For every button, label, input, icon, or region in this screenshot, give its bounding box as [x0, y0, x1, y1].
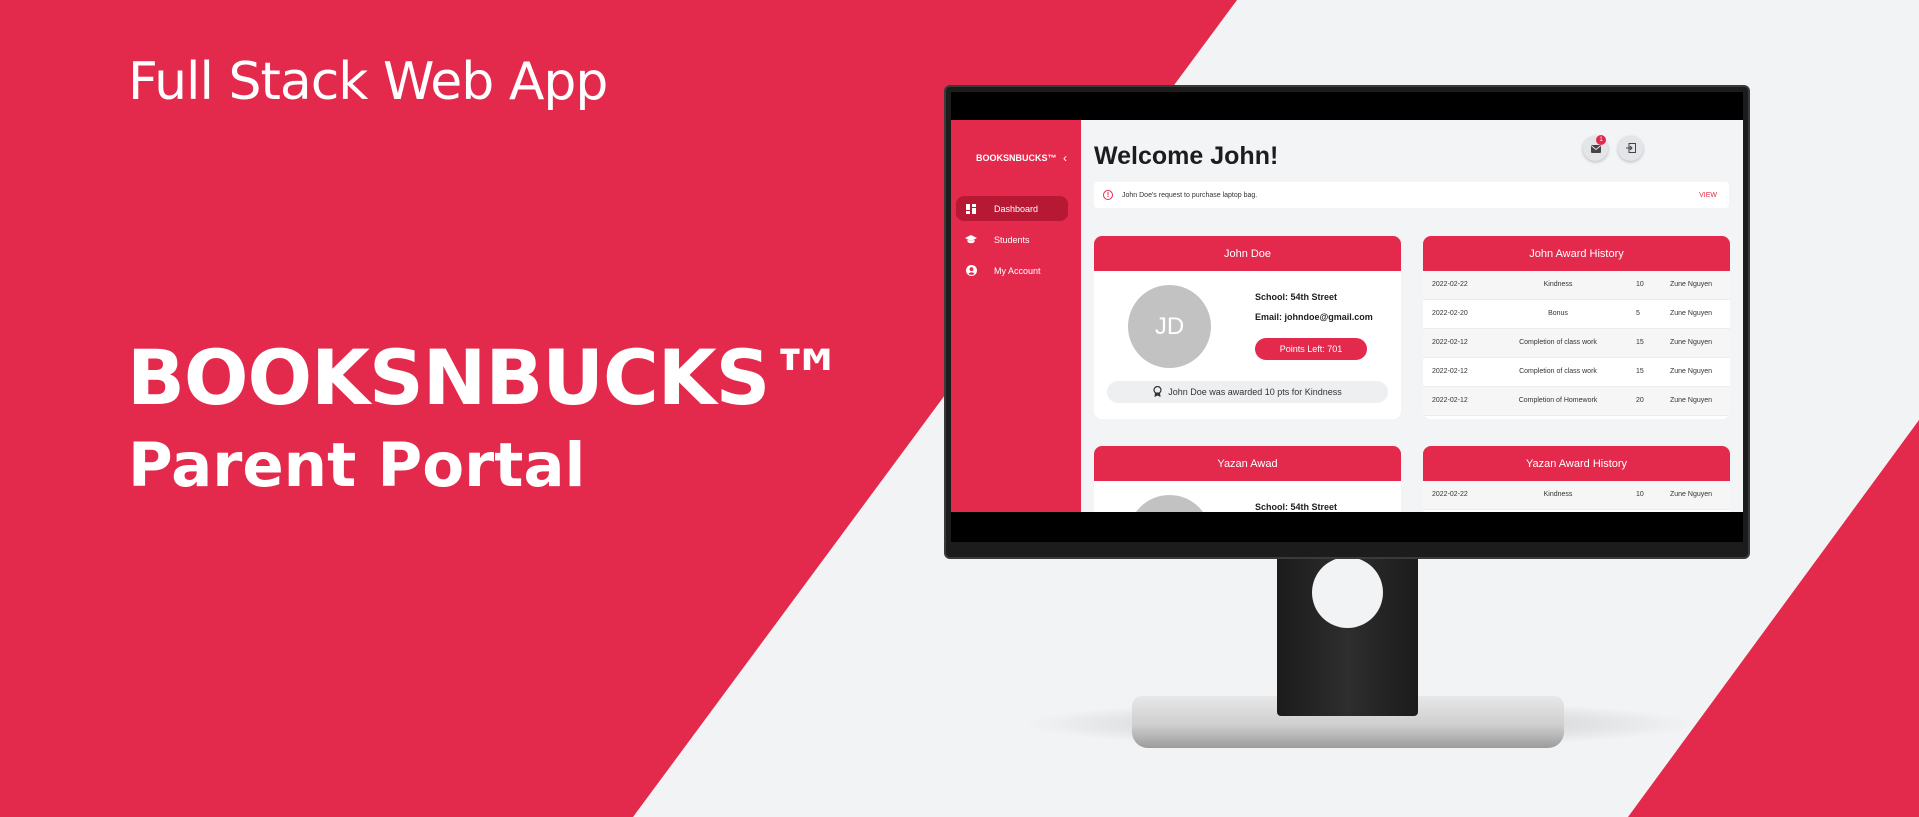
history-date: 2022-02-12: [1432, 368, 1468, 375]
award-history-john: John Award History 2022-02-22 Kindness 10 Z…: [1423, 236, 1730, 419]
table-row: 2022-02-22 Kindness 10 Zune Nguyen: [1423, 481, 1730, 510]
table-row: 2022-02-12 Completion of Homework 20 Zune N…: [1423, 387, 1730, 416]
sidebar-item-dashboard[interactable]: Dashboard: [956, 196, 1068, 221]
history-points: 10: [1636, 491, 1644, 498]
history-date: 2022-02-12: [1432, 397, 1468, 404]
monitor-stand-cable-hole: [1312, 557, 1383, 628]
sidebar-brand: BOOKSNBUCKS™: [976, 153, 1057, 163]
history-points: 15: [1636, 368, 1644, 375]
sidebar: BOOKSNBUCKS™ ‹ Dashboard Students My Acc…: [951, 120, 1081, 512]
user-circle-icon: [956, 265, 986, 276]
request-notice: ! John Doe's request to purchase laptop …: [1094, 182, 1729, 208]
student-school: School: 54th Street: [1255, 502, 1338, 512]
history-date: 2022-02-20: [1432, 310, 1468, 317]
history-teacher: Zune Nguyen: [1670, 397, 1713, 404]
hero-title: Parent Portal: [128, 430, 586, 501]
history-reason: Completion of Homework: [1518, 397, 1598, 404]
history-points: 5: [1636, 310, 1640, 317]
history-points: 15: [1636, 339, 1644, 346]
table-row: 2022-02-20 Bonus 5 Zune Nguyen: [1423, 300, 1730, 329]
sidebar-item-label: Dashboard: [994, 203, 1039, 214]
monitor-screen: BOOKSNBUCKS™ ‹ Dashboard Students My Acc…: [951, 92, 1743, 542]
alert-icon: !: [1103, 190, 1113, 200]
student-card-yazan: Yazan Awad School: 54th Street: [1094, 446, 1401, 512]
chevron-left-icon[interactable]: ‹: [1063, 151, 1067, 165]
history-teacher: Zune Nguyen: [1670, 491, 1713, 498]
history-reason: Kindness: [1543, 281, 1573, 288]
sidebar-item-label: My Account: [994, 265, 1041, 276]
history-points: 10: [1636, 281, 1644, 288]
award-history-title: Yazan Award History: [1423, 446, 1730, 481]
notice-text: John Doe's request to purchase laptop ba…: [1122, 191, 1258, 199]
history-date: 2022-02-12: [1432, 339, 1468, 346]
student-school: School: 54th Street: [1255, 292, 1338, 302]
student-card-title: John Doe: [1094, 236, 1401, 271]
history-date: 2022-02-22: [1432, 491, 1468, 498]
award-history-yazan: Yazan Award History 2022-02-22 Kindness 10…: [1423, 446, 1730, 512]
history-teacher: Zune Nguyen: [1670, 339, 1713, 346]
logout-icon: [1625, 140, 1636, 158]
student-email: Email: johndoe@gmail.com: [1255, 312, 1373, 322]
sidebar-item-my-account[interactable]: My Account: [956, 258, 1068, 283]
view-request-link[interactable]: VIEW: [1699, 192, 1717, 199]
history-date: 2022-02-22: [1432, 281, 1468, 288]
welcome-heading: Welcome John!: [1094, 142, 1279, 170]
logout-button[interactable]: [1618, 136, 1643, 161]
hero-brand: BOOKSNBUCKS™: [127, 333, 845, 422]
history-teacher: Zune Nguyen: [1670, 310, 1713, 317]
history-reason: Bonus: [1548, 310, 1568, 317]
table-row: 2022-02-22 Kindness 10 Zune Nguyen: [1423, 271, 1730, 300]
avatar: JD: [1128, 285, 1211, 368]
hero-subtitle: Full Stack Web App: [128, 52, 608, 112]
graduation-cap-icon: [956, 234, 986, 245]
student-card-title: Yazan Awad: [1094, 446, 1401, 481]
notification-badge: 1: [1596, 135, 1606, 145]
latest-award: John Doe was awarded 10 pts for Kindness: [1107, 381, 1388, 403]
history-teacher: Zune Nguyen: [1670, 281, 1713, 288]
history-reason: Kindness: [1543, 491, 1573, 498]
avatar: [1128, 495, 1211, 512]
history-points: 20: [1636, 397, 1644, 404]
app-window: BOOKSNBUCKS™ ‹ Dashboard Students My Acc…: [951, 120, 1743, 512]
history-reason: Completion of class work: [1519, 368, 1597, 375]
history-teacher: Zune Nguyen: [1670, 368, 1713, 375]
sidebar-item-students[interactable]: Students: [956, 227, 1068, 252]
award-history-title: John Award History: [1423, 236, 1730, 271]
points-left-button[interactable]: Points Left: 701: [1255, 338, 1367, 360]
sidebar-item-label: Students: [994, 234, 1030, 245]
medal-icon: [1153, 385, 1162, 399]
history-reason: Completion of class work: [1519, 339, 1597, 346]
dashboard-icon: [956, 203, 986, 214]
table-row: 2022-02-12 Completion of class work 15 Zune…: [1423, 358, 1730, 387]
student-card-john: John Doe JD School: 54th Street Email: j…: [1094, 236, 1401, 419]
latest-award-text: John Doe was awarded 10 pts for Kindness: [1168, 387, 1342, 397]
table-row: 2022-02-12 Completion of class work 15 Zune…: [1423, 329, 1730, 358]
